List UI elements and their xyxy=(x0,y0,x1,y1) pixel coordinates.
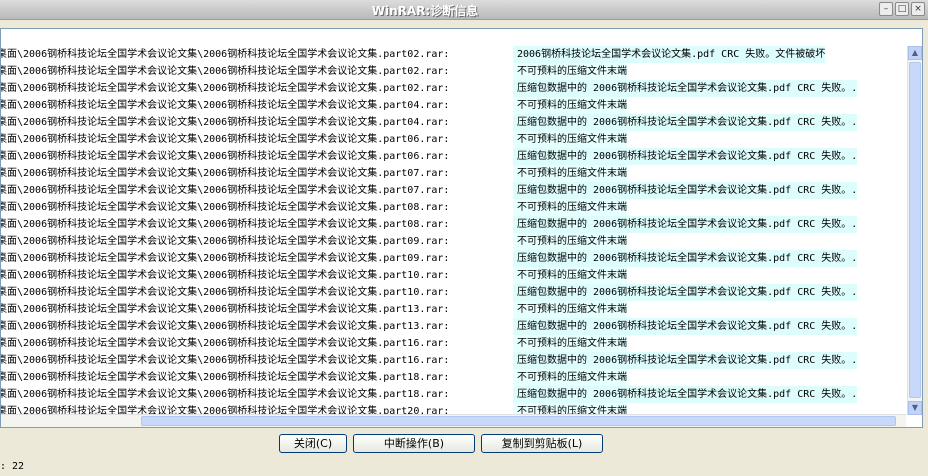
log-message: 不可预料的压缩文件末端 xyxy=(513,199,627,216)
log-archive-path: 桌面\2006钢桥科技论坛全国学术会议论文集\2006钢桥科技论坛全国学术会议论… xyxy=(1,236,450,247)
abort-operation-button[interactable]: 中断操作(B) xyxy=(353,434,475,453)
title-bar[interactable]: WinRAR:诊断信息 – □ × xyxy=(0,0,928,20)
log-message: 不可预料的压缩文件末端 xyxy=(513,267,627,284)
log-row[interactable]: 桌面\2006钢桥科技论坛全国学术会议论文集\2006钢桥科技论坛全国学术会议论… xyxy=(1,318,906,335)
log-archive-path: 桌面\2006钢桥科技论坛全国学术会议论文集\2006钢桥科技论坛全国学术会议论… xyxy=(1,66,450,77)
log-message: 压缩包数据中的 2006钢桥科技论坛全国学术会议论文集.pdf CRC 失败。. xyxy=(513,80,858,97)
log-archive-path: 桌面\2006钢桥科技论坛全国学术会议论文集\2006钢桥科技论坛全国学术会议论… xyxy=(1,287,450,298)
log-message: 压缩包数据中的 2006钢桥科技论坛全国学术会议论文集.pdf CRC 失败。. xyxy=(513,148,858,165)
log-message: 压缩包数据中的 2006钢桥科技论坛全国学术会议论文集.pdf CRC 失败。. xyxy=(513,318,858,335)
log-row[interactable]: 桌面\2006钢桥科技论坛全国学术会议论文集\2006钢桥科技论坛全国学术会议论… xyxy=(1,199,906,216)
scroll-up-icon[interactable]: ▲ xyxy=(908,46,922,60)
log-row[interactable]: 桌面\2006钢桥科技论坛全国学术会议论文集\2006钢桥科技论坛全国学术会议论… xyxy=(1,165,906,182)
log-archive-path: 桌面\2006钢桥科技论坛全国学术会议论文集\2006钢桥科技论坛全国学术会议论… xyxy=(1,134,450,145)
horizontal-scrollbar[interactable] xyxy=(1,414,906,427)
log-row[interactable]: 桌面\2006钢桥科技论坛全国学术会议论文集\2006钢桥科技论坛全国学术会议论… xyxy=(1,97,906,114)
log-archive-path: 桌面\2006钢桥科技论坛全国学术会议论文集\2006钢桥科技论坛全国学术会议论… xyxy=(1,185,450,196)
minimize-button[interactable]: – xyxy=(879,2,893,16)
status-count: : 22 xyxy=(0,461,25,472)
log-message: 不可预料的压缩文件末端 xyxy=(513,301,627,318)
log-row[interactable]: 桌面\2006钢桥科技论坛全国学术会议论文集\2006钢桥科技论坛全国学术会议论… xyxy=(1,301,906,318)
log-message: 压缩包数据中的 2006钢桥科技论坛全国学术会议论文集.pdf CRC 失败。. xyxy=(513,284,858,301)
log-row[interactable]: 桌面\2006钢桥科技论坛全国学术会议论文集\2006钢桥科技论坛全国学术会议论… xyxy=(1,216,906,233)
window-title: WinRAR:诊断信息 xyxy=(371,4,479,18)
log-row[interactable]: 桌面\2006钢桥科技论坛全国学术会议论文集\2006钢桥科技论坛全国学术会议论… xyxy=(1,284,906,301)
log-archive-path: 桌面\2006钢桥科技论坛全国学术会议论文集\2006钢桥科技论坛全国学术会议论… xyxy=(1,202,450,213)
log-archive-path: 桌面\2006钢桥科技论坛全国学术会议论文集\2006钢桥科技论坛全国学术会议论… xyxy=(1,151,450,162)
log-row[interactable]: 桌面\2006钢桥科技论坛全国学术会议论文集\2006钢桥科技论坛全国学术会议论… xyxy=(1,80,906,97)
log-row[interactable]: 桌面\2006钢桥科技论坛全国学术会议论文集\2006钢桥科技论坛全国学术会议论… xyxy=(1,182,906,199)
log-message: 压缩包数据中的 2006钢桥科技论坛全国学术会议论文集.pdf CRC 失败。. xyxy=(513,114,858,131)
log-archive-path: 桌面\2006钢桥科技论坛全国学术会议论文集\2006钢桥科技论坛全国学术会议论… xyxy=(1,389,450,400)
log-archive-path: 桌面\2006钢桥科技论坛全国学术会议论文集\2006钢桥科技论坛全国学术会议论… xyxy=(1,321,450,332)
log-row[interactable]: 桌面\2006钢桥科技论坛全国学术会议论文集\2006钢桥科技论坛全国学术会议论… xyxy=(1,386,906,403)
log-row[interactable]: 桌面\2006钢桥科技论坛全国学术会议论文集\2006钢桥科技论坛全国学术会议论… xyxy=(1,63,906,80)
log-message: 2006钢桥科技论坛全国学术会议论文集.pdf CRC 失败。文件被破坏 xyxy=(513,46,826,63)
log-archive-path: 桌面\2006钢桥科技论坛全国学术会议论文集\2006钢桥科技论坛全国学术会议论… xyxy=(1,83,450,94)
close-button[interactable]: 关闭(C) xyxy=(279,434,347,453)
log-row[interactable]: 桌面\2006钢桥科技论坛全国学术会议论文集\2006钢桥科技论坛全国学术会议论… xyxy=(1,131,906,148)
log-row[interactable]: 桌面\2006钢桥科技论坛全国学术会议论文集\2006钢桥科技论坛全国学术会议论… xyxy=(1,46,906,63)
log-archive-path: 桌面\2006钢桥科技论坛全国学术会议论文集\2006钢桥科技论坛全国学术会议论… xyxy=(1,100,450,111)
log-message: 不可预料的压缩文件末端 xyxy=(513,97,627,114)
horizontal-scroll-thumb[interactable] xyxy=(141,416,896,426)
log-archive-path: 桌面\2006钢桥科技论坛全国学术会议论文集\2006钢桥科技论坛全国学术会议论… xyxy=(1,338,450,349)
diagnostic-log-list[interactable]: 桌面\2006钢桥科技论坛全国学术会议论文集\2006钢桥科技论坛全国学术会议论… xyxy=(1,46,906,415)
log-message: 不可预料的压缩文件末端 xyxy=(513,63,627,80)
log-archive-path: 桌面\2006钢桥科技论坛全国学术会议论文集\2006钢桥科技论坛全国学术会议论… xyxy=(1,355,450,366)
log-message: 不可预料的压缩文件末端 xyxy=(513,165,627,182)
vertical-scroll-thumb[interactable] xyxy=(909,62,921,398)
log-message: 不可预料的压缩文件末端 xyxy=(513,233,627,250)
copy-to-clipboard-button[interactable]: 复制到剪贴板(L) xyxy=(481,434,603,453)
log-message: 压缩包数据中的 2006钢桥科技论坛全国学术会议论文集.pdf CRC 失败。. xyxy=(513,182,858,199)
log-archive-path: 桌面\2006钢桥科技论坛全国学术会议论文集\2006钢桥科技论坛全国学术会议论… xyxy=(1,219,450,230)
log-message: 压缩包数据中的 2006钢桥科技论坛全国学术会议论文集.pdf CRC 失败。. xyxy=(513,216,858,233)
maximize-button[interactable]: □ xyxy=(895,2,909,16)
log-row[interactable]: 桌面\2006钢桥科技论坛全国学术会议论文集\2006钢桥科技论坛全国学术会议论… xyxy=(1,335,906,352)
vertical-scrollbar[interactable]: ▲ ▼ xyxy=(907,46,922,415)
log-message: 压缩包数据中的 2006钢桥科技论坛全国学术会议论文集.pdf CRC 失败。. xyxy=(513,386,858,403)
log-archive-path: 桌面\2006钢桥科技论坛全国学术会议论文集\2006钢桥科技论坛全国学术会议论… xyxy=(1,372,450,383)
close-window-button[interactable]: × xyxy=(911,2,925,16)
log-archive-path: 桌面\2006钢桥科技论坛全国学术会议论文集\2006钢桥科技论坛全国学术会议论… xyxy=(1,270,450,281)
log-message: 压缩包数据中的 2006钢桥科技论坛全国学术会议论文集.pdf CRC 失败。. xyxy=(513,352,858,369)
log-row[interactable]: 桌面\2006钢桥科技论坛全国学术会议论文集\2006钢桥科技论坛全国学术会议论… xyxy=(1,148,906,165)
log-archive-path: 桌面\2006钢桥科技论坛全国学术会议论文集\2006钢桥科技论坛全国学术会议论… xyxy=(1,304,450,315)
log-message: 不可预料的压缩文件末端 xyxy=(513,335,627,352)
diagnostic-log-panel: 桌面\2006钢桥科技论坛全国学术会议论文集\2006钢桥科技论坛全国学术会议论… xyxy=(0,28,923,428)
log-archive-path: 桌面\2006钢桥科技论坛全国学术会议论文集\2006钢桥科技论坛全国学术会议论… xyxy=(1,168,450,179)
log-row[interactable]: 桌面\2006钢桥科技论坛全国学术会议论文集\2006钢桥科技论坛全国学术会议论… xyxy=(1,369,906,386)
scroll-down-icon[interactable]: ▼ xyxy=(908,401,922,415)
log-row[interactable]: 桌面\2006钢桥科技论坛全国学术会议论文集\2006钢桥科技论坛全国学术会议论… xyxy=(1,233,906,250)
window-controls: – □ × xyxy=(879,2,925,16)
log-row[interactable]: 桌面\2006钢桥科技论坛全国学术会议论文集\2006钢桥科技论坛全国学术会议论… xyxy=(1,250,906,267)
log-archive-path: 桌面\2006钢桥科技论坛全国学术会议论文集\2006钢桥科技论坛全国学术会议论… xyxy=(1,117,450,128)
log-archive-path: 桌面\2006钢桥科技论坛全国学术会议论文集\2006钢桥科技论坛全国学术会议论… xyxy=(1,49,450,60)
log-row[interactable]: 桌面\2006钢桥科技论坛全国学术会议论文集\2006钢桥科技论坛全国学术会议论… xyxy=(1,352,906,369)
log-message: 不可预料的压缩文件末端 xyxy=(513,131,627,148)
log-message: 压缩包数据中的 2006钢桥科技论坛全国学术会议论文集.pdf CRC 失败。. xyxy=(513,250,858,267)
log-archive-path: 桌面\2006钢桥科技论坛全国学术会议论文集\2006钢桥科技论坛全国学术会议论… xyxy=(1,253,450,264)
log-row[interactable]: 桌面\2006钢桥科技论坛全国学术会议论文集\2006钢桥科技论坛全国学术会议论… xyxy=(1,267,906,284)
log-row[interactable]: 桌面\2006钢桥科技论坛全国学术会议论文集\2006钢桥科技论坛全国学术会议论… xyxy=(1,114,906,131)
log-message: 不可预料的压缩文件末端 xyxy=(513,369,627,386)
